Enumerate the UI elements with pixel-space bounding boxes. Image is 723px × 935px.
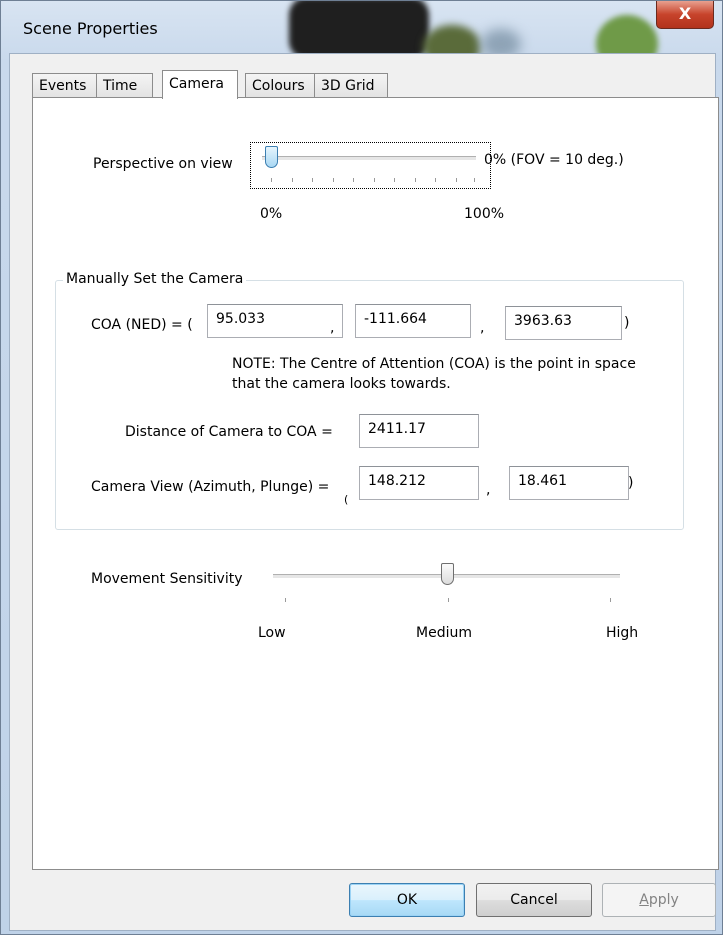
plunge-field[interactable]: 18.461 (509, 466, 629, 500)
coa-comma-1: , (330, 320, 335, 336)
slider-tick (610, 598, 611, 602)
perspective-value-clip: 0% (FOV = 10 deg.) (484, 152, 664, 174)
view-comma: , (486, 482, 491, 498)
slider-tick (394, 178, 395, 182)
slider-tick (374, 178, 375, 182)
coa-y-field[interactable]: -111.664 (355, 304, 471, 338)
background-blur (289, 1, 429, 59)
coa-close-paren: ) (624, 315, 630, 331)
tab-3d-grid[interactable]: 3D Grid (314, 73, 388, 98)
slider-tick (312, 178, 313, 182)
apply-label-rest: pply (648, 892, 679, 908)
close-button[interactable]: X (656, 1, 714, 29)
tab-events[interactable]: Events (32, 73, 97, 98)
coa-note-line-1: NOTE: The Centre of Attention (COA) is t… (232, 356, 636, 372)
close-icon: X (678, 4, 692, 23)
apply-mnemonic: A (639, 892, 649, 908)
slider-tick (292, 178, 293, 182)
movement-high-label: High (606, 625, 639, 641)
slider-tick (448, 598, 449, 602)
coa-note-line-2: that the camera looks towards. (232, 376, 451, 392)
cancel-button[interactable]: Cancel (476, 883, 592, 917)
movement-low-label: Low (258, 625, 286, 641)
camera-view-label: Camera View (Azimuth, Plunge) = (91, 479, 330, 495)
camera-view-paren-artifact: ( (344, 493, 349, 506)
coa-comma-2: , (480, 320, 485, 336)
slider-tick (456, 178, 457, 182)
slider-tick (415, 178, 416, 182)
manual-camera-caption: Manually Set the Camera (63, 271, 247, 287)
tab-camera[interactable]: Camera (162, 70, 238, 99)
movement-sensitivity-label: Movement Sensitivity (91, 571, 243, 587)
slider-tick (474, 178, 475, 182)
apply-button[interactable]: Apply (602, 883, 716, 917)
perspective-slider-track[interactable] (262, 156, 476, 161)
slider-tick (353, 178, 354, 182)
coa-x-field[interactable]: 95.033 (207, 304, 343, 338)
tab-colours[interactable]: Colours (245, 73, 315, 98)
tab-time[interactable]: Time (96, 73, 153, 98)
perspective-min-label: 0% (260, 206, 283, 222)
perspective-slider-focus[interactable] (250, 142, 491, 189)
perspective-slider-thumb[interactable] (265, 146, 278, 168)
window-title: Scene Properties (23, 19, 158, 38)
ok-button[interactable]: OK (349, 883, 465, 917)
perspective-label: Perspective on view (93, 156, 233, 172)
distance-field[interactable]: 2411.17 (359, 414, 479, 448)
view-close-paren: ) (628, 475, 634, 491)
distance-label: Distance of Camera to COA = (125, 424, 333, 440)
azimuth-field[interactable]: 148.212 (359, 466, 479, 500)
movement-slider-thumb[interactable] (441, 563, 454, 585)
slider-tick (333, 178, 334, 182)
movement-medium-label: Medium (416, 625, 472, 641)
slider-tick (435, 178, 436, 182)
perspective-max-label: 100% (464, 206, 505, 222)
slider-tick (285, 598, 286, 602)
coa-label: COA (NED) = ( (91, 317, 193, 333)
slider-tick (271, 178, 272, 182)
coa-z-field[interactable]: 3963.63 (505, 306, 622, 340)
perspective-value-text: 0% (FOV = 10 deg.) (484, 152, 624, 168)
title-bar[interactable]: Scene Properties X (1, 1, 722, 59)
